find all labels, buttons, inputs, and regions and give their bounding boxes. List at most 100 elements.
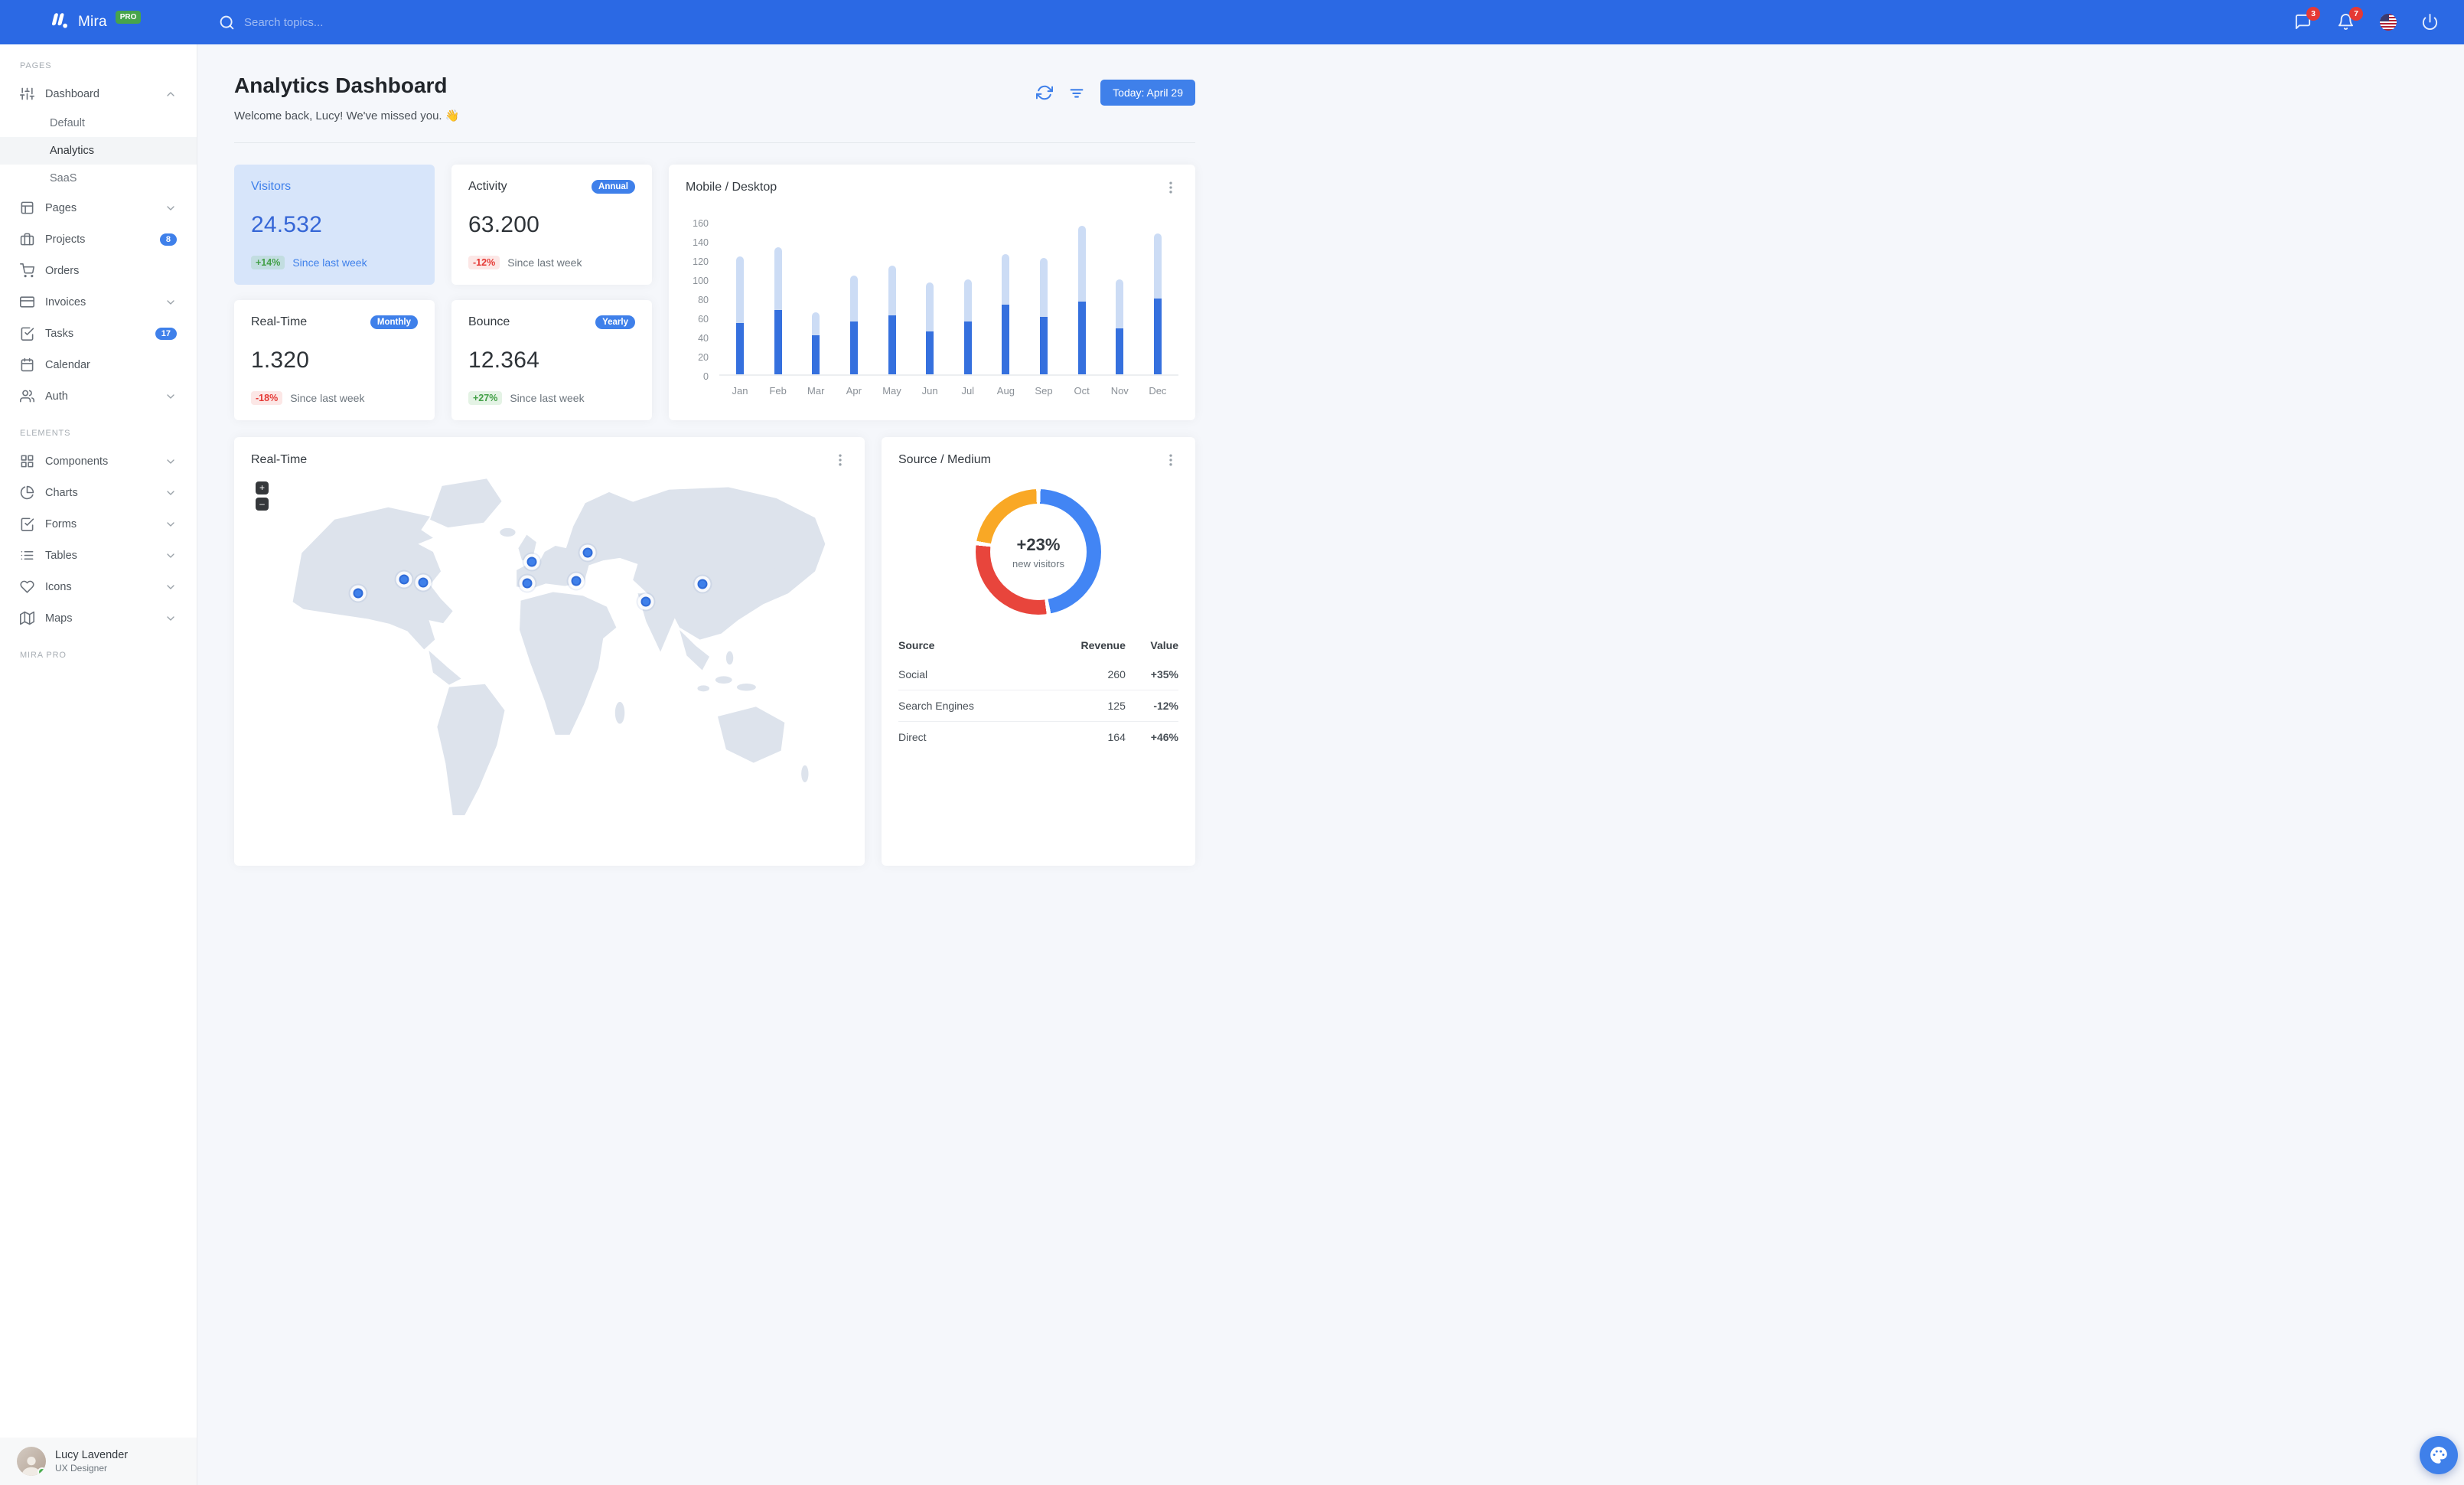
x-tick-label: Jun	[917, 385, 943, 397]
sidebar-subitem-analytics[interactable]: Analytics	[0, 137, 197, 165]
chevron-down-icon	[165, 612, 177, 625]
sidebar-item-auth[interactable]: Auth	[0, 380, 197, 412]
map-zoom-in-button[interactable]: +	[256, 481, 269, 494]
map-marker[interactable]	[572, 576, 582, 586]
stat-delta: -12%	[468, 256, 500, 269]
y-tick-label: 0	[703, 371, 709, 382]
sidebar-item-components[interactable]: Components	[0, 445, 197, 477]
map-zoom-out-button[interactable]: –	[256, 498, 269, 511]
sidebar-section-label: ELEMENTS	[0, 412, 197, 445]
cell-revenue: 164	[1041, 722, 1126, 753]
map-marker[interactable]	[419, 577, 429, 587]
stat-card-bounce: BounceYearly12.364+27%Since last week	[451, 300, 652, 420]
navbar-actions: 3 7	[2294, 13, 2444, 31]
bar-column[interactable]	[917, 223, 943, 374]
refresh-button[interactable]	[1036, 84, 1053, 101]
stat-period-badge[interactable]: Annual	[592, 180, 635, 194]
cell-value: -12%	[1126, 690, 1178, 722]
messages-button[interactable]: 3	[2294, 13, 2312, 31]
sidebar-item-projects[interactable]: Projects8	[0, 224, 197, 255]
theme-settings-button[interactable]	[2420, 1436, 2458, 1474]
map-marker[interactable]	[354, 588, 363, 598]
bar-mobile	[1154, 299, 1162, 374]
sidebar-item-label: Orders	[45, 265, 79, 277]
stat-note: Since last week	[507, 256, 582, 269]
sidebar-subitem-saas[interactable]: SaaS	[0, 165, 197, 192]
bar-column[interactable]	[955, 223, 981, 374]
bar-column[interactable]	[841, 223, 867, 374]
check-square-icon	[20, 517, 34, 531]
world-map: + –	[251, 474, 848, 815]
map-marker[interactable]	[697, 579, 707, 589]
bar-column[interactable]	[803, 223, 829, 374]
sidebar-item-pages[interactable]: Pages	[0, 192, 197, 224]
x-tick-label: Apr	[841, 385, 867, 397]
donut-chart: +23% new visitors	[976, 489, 1101, 615]
map-marker[interactable]	[582, 547, 592, 557]
map-marker[interactable]	[523, 579, 533, 589]
page-title: Analytics Dashboard	[234, 73, 459, 98]
sidebar-item-forms[interactable]: Forms	[0, 508, 197, 540]
sidebar-item-tasks[interactable]: Tasks17	[0, 318, 197, 349]
date-range-button[interactable]: Today: April 29	[1100, 80, 1195, 106]
main-content: Analytics Dashboard Welcome back, Lucy! …	[197, 44, 1232, 866]
us-flag-icon[interactable]	[2380, 14, 2397, 31]
sidebar-item-orders[interactable]: Orders	[0, 255, 197, 286]
x-tick-label: Sep	[1031, 385, 1057, 397]
stat-period-badge[interactable]: Yearly	[595, 315, 635, 329]
sidebar-item-label: Charts	[45, 487, 78, 499]
map-marker[interactable]	[526, 556, 536, 566]
bar-column[interactable]	[1031, 223, 1057, 374]
source-table: SourceRevenueValue Social260+35%Search E…	[898, 632, 1178, 752]
logout-button[interactable]	[2421, 13, 2440, 31]
y-tick-label: 80	[698, 295, 709, 305]
filter-icon	[1068, 84, 1085, 101]
brand[interactable]: Mira PRO	[49, 10, 193, 34]
bar-column[interactable]	[992, 223, 1019, 374]
map-card-title: Real-Time	[251, 453, 307, 467]
sidebar-subitem-default[interactable]: Default	[0, 109, 197, 137]
stat-period-badge[interactable]: Monthly	[370, 315, 418, 329]
more-vertical-icon[interactable]	[1163, 452, 1178, 468]
bar-mobile	[736, 323, 744, 375]
bar-column[interactable]	[727, 223, 753, 374]
notifications-button[interactable]: 7	[2337, 13, 2355, 31]
chevron-up-icon	[165, 88, 177, 100]
x-tick-label: Oct	[1069, 385, 1095, 397]
sidebar-item-charts[interactable]: Charts	[0, 477, 197, 508]
map-marker[interactable]	[640, 597, 650, 607]
bar-desktop	[1040, 258, 1048, 318]
sidebar-item-label: Maps	[45, 612, 72, 625]
more-vertical-icon[interactable]	[1163, 180, 1178, 195]
stat-note: Since last week	[510, 392, 584, 404]
chart-title: Mobile / Desktop	[686, 181, 777, 194]
mira-logo-icon	[49, 10, 70, 34]
filter-button[interactable]	[1068, 84, 1085, 101]
bar-column[interactable]	[765, 223, 791, 374]
bar-column[interactable]	[1145, 223, 1171, 374]
sidebar-item-maps[interactable]: Maps	[0, 602, 197, 634]
cell-source: Search Engines	[898, 690, 1041, 722]
search-input[interactable]	[244, 16, 412, 29]
sidebar-item-calendar[interactable]: Calendar	[0, 349, 197, 380]
sidebar-item-icons[interactable]: Icons	[0, 571, 197, 602]
more-vertical-icon[interactable]	[833, 452, 848, 468]
donut-center-sublabel: new visitors	[1012, 558, 1064, 570]
stat-title: Visitors	[251, 180, 291, 194]
sidebar-user[interactable]: Lucy Lavender UX Designer	[0, 1438, 197, 1485]
bar-column[interactable]	[1107, 223, 1133, 374]
bar-mobile	[1002, 305, 1009, 374]
bar-column[interactable]	[879, 223, 905, 374]
search-box[interactable]	[219, 15, 412, 31]
sidebar-item-tables[interactable]: Tables	[0, 540, 197, 571]
heart-icon	[20, 579, 34, 594]
sidebar-item-dashboard[interactable]: Dashboard	[0, 78, 197, 109]
y-tick-label: 60	[698, 314, 709, 325]
bar-column[interactable]	[1069, 223, 1095, 374]
sidebar-item-invoices[interactable]: Invoices	[0, 286, 197, 318]
messages-badge: 3	[2306, 7, 2320, 21]
x-axis-labels: JanFebMarAprMayJunJulAugSepOctNovDec	[719, 385, 1178, 397]
palette-icon	[2429, 1445, 2449, 1465]
bar-mobile	[1078, 302, 1086, 374]
map-marker[interactable]	[399, 574, 409, 584]
